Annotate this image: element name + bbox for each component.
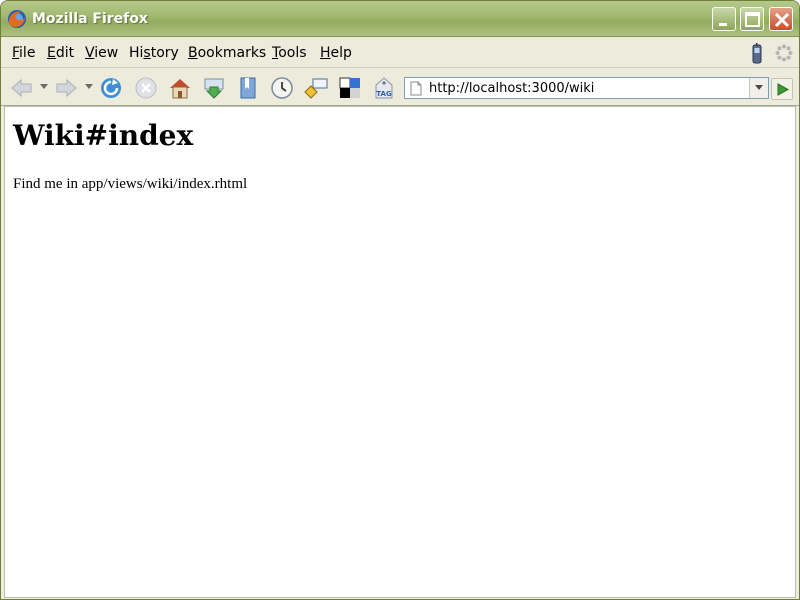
browser-window: Mozilla Firefox File Edit View History B… <box>0 0 800 600</box>
reload-icon <box>101 78 121 98</box>
mobile-phone-icon[interactable] <box>751 43 763 65</box>
signpost-button[interactable] <box>303 75 329 101</box>
menu-edit-label: dit <box>55 45 75 61</box>
minimize-icon <box>719 23 727 26</box>
menu-view[interactable]: View <box>85 45 118 61</box>
chevron-down-icon <box>755 85 763 90</box>
window-title: Mozilla Firefox <box>32 11 148 27</box>
bookmarks-icon <box>240 77 256 99</box>
page-body-text: Find me in app/views/wiki/index.rhtml <box>13 176 248 192</box>
address-bar[interactable] <box>404 77 769 99</box>
signpost-icon <box>304 78 328 99</box>
menu-file[interactable]: File <box>12 45 35 61</box>
delicious-button[interactable] <box>337 75 363 101</box>
stop-icon <box>135 77 157 99</box>
close-button[interactable] <box>769 7 793 31</box>
page-icon <box>410 81 422 96</box>
page-content[interactable]: Wiki#index Find me in app/views/wiki/ind… <box>4 106 796 598</box>
bookmarks-button[interactable] <box>235 75 261 101</box>
forward-button[interactable] <box>53 75 79 101</box>
menu-bookmarks-mnemonic: B <box>188 45 198 61</box>
home-icon <box>170 79 190 99</box>
title-bar[interactable]: Mozilla Firefox <box>1 1 799 37</box>
menu-tools-label: ools <box>278 45 307 61</box>
menu-history-mnemonic: s <box>143 45 151 61</box>
download-button[interactable] <box>201 75 227 101</box>
menu-edit[interactable]: Edit <box>47 45 74 61</box>
history-button[interactable] <box>269 75 295 101</box>
home-button[interactable] <box>167 75 193 101</box>
menu-history[interactable]: History <box>129 45 179 61</box>
maximize-button[interactable] <box>740 7 764 31</box>
menu-file-mnemonic: F <box>12 45 20 61</box>
tag-icon: TAG <box>375 77 393 99</box>
menu-view-label: iew <box>94 45 119 61</box>
menu-view-mnemonic: V <box>85 45 95 61</box>
go-button[interactable] <box>771 78 793 100</box>
menu-help[interactable]: Help <box>320 45 352 61</box>
firefox-logo-icon <box>8 10 26 28</box>
forward-dropdown-icon[interactable] <box>85 84 93 90</box>
menu-bookmarks-label: ookmarks <box>197 45 267 61</box>
menu-history-prefix: Hi <box>129 45 144 61</box>
menu-history-label: tory <box>150 45 179 61</box>
maximize-icon <box>745 12 760 27</box>
page-heading: Wiki#index <box>13 119 194 152</box>
menu-help-mnemonic: H <box>320 45 331 61</box>
history-icon <box>271 77 293 99</box>
download-icon <box>204 78 224 99</box>
close-icon <box>774 12 790 28</box>
menu-bookmarks[interactable]: Bookmarks <box>188 45 266 61</box>
reload-button[interactable] <box>98 75 124 101</box>
delicious-icon <box>339 77 360 98</box>
tag-label: TAG <box>376 90 392 98</box>
throbber-icon <box>775 44 793 62</box>
menu-edit-mnemonic: E <box>47 45 56 61</box>
menu-help-label: elp <box>330 45 352 61</box>
url-input[interactable] <box>429 79 747 97</box>
back-button[interactable] <box>9 75 35 101</box>
url-history-dropdown[interactable] <box>749 78 768 98</box>
forward-icon <box>56 78 77 98</box>
menu-bar: File Edit View History Bookmarks Tools H… <box>1 37 799 68</box>
stop-button[interactable] <box>133 75 159 101</box>
back-dropdown-icon[interactable] <box>40 84 48 90</box>
back-icon <box>11 78 32 98</box>
minimize-button[interactable] <box>712 7 736 31</box>
go-arrow-icon <box>777 83 789 96</box>
menu-file-label: ile <box>19 45 36 61</box>
menu-tools[interactable]: Tools <box>272 45 307 61</box>
tag-button[interactable]: TAG <box>371 75 397 101</box>
